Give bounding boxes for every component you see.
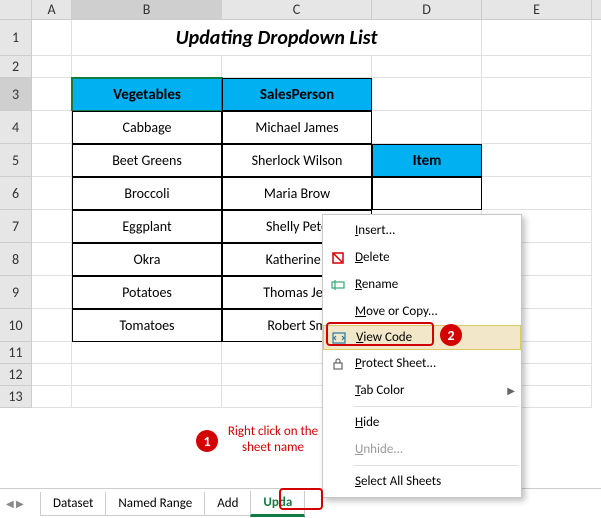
ctx-separator-2: [353, 465, 519, 466]
ctx-delete[interactable]: Delete: [323, 244, 521, 271]
cell-a4[interactable]: [32, 111, 72, 144]
cell-e3[interactable]: [482, 78, 592, 111]
ctx-delete-label: Delete: [355, 250, 390, 265]
ctx-select-all-sheets[interactable]: Select All Sheets: [323, 468, 521, 495]
column-header-row: A B C D E: [0, 0, 601, 20]
cell-b2[interactable]: [72, 56, 222, 78]
cell-a8[interactable]: [32, 243, 72, 276]
ctx-insert[interactable]: Insert...: [323, 217, 521, 244]
cell-b8[interactable]: Okra: [72, 243, 222, 276]
tab-named-range[interactable]: Named Range: [105, 492, 205, 516]
ctx-rename[interactable]: Rename: [323, 271, 521, 298]
delete-icon: [327, 250, 349, 266]
row-header-5[interactable]: 5: [0, 144, 32, 177]
cell-b6[interactable]: Broccoli: [72, 177, 222, 210]
ctx-move-copy[interactable]: Move or Copy...: [323, 298, 521, 325]
ctx-tab-color[interactable]: Tab Color ▶: [323, 377, 521, 404]
cell-a1[interactable]: [32, 20, 72, 56]
chevron-right-icon: ▶: [507, 384, 515, 397]
col-header-a[interactable]: A: [32, 0, 72, 19]
row-header-10[interactable]: 10: [0, 309, 32, 342]
row-header-12[interactable]: 12: [0, 364, 32, 386]
ctx-rename-label: Rename: [355, 277, 398, 292]
cell-b11[interactable]: [72, 342, 222, 364]
ctx-move-label: Move or Copy...: [355, 304, 438, 319]
col-header-b[interactable]: B: [72, 0, 222, 19]
col-header-d[interactable]: D: [372, 0, 482, 19]
cell-b4[interactable]: Cabbage: [72, 111, 222, 144]
rename-icon: [327, 277, 349, 293]
row-header-7[interactable]: 7: [0, 210, 32, 243]
row-header-3[interactable]: 3: [0, 78, 32, 111]
row-header-4[interactable]: 4: [0, 111, 32, 144]
step-1-text: Right click on the sheet name: [218, 424, 328, 455]
cell-a13[interactable]: [32, 386, 72, 408]
step-2-badge: 2: [440, 324, 462, 346]
cell-b5[interactable]: Beet Greens: [72, 144, 222, 177]
row-header-1[interactable]: 1: [0, 20, 32, 56]
row-header-9[interactable]: 9: [0, 276, 32, 309]
ctx-tab-color-label: Tab Color: [355, 383, 404, 398]
ctx-select-all-label: Select All Sheets: [355, 474, 441, 489]
cell-a2[interactable]: [32, 56, 72, 78]
row-header-2[interactable]: 2: [0, 56, 32, 78]
row-header-6[interactable]: 6: [0, 177, 32, 210]
cell-a10[interactable]: [32, 309, 72, 342]
cell-a5[interactable]: [32, 144, 72, 177]
row-header-13[interactable]: 13: [0, 386, 32, 408]
col-header-c[interactable]: C: [222, 0, 372, 19]
cell-b13[interactable]: [72, 386, 222, 408]
cell-a12[interactable]: [32, 364, 72, 386]
ctx-protect-label: Protect Sheet...: [355, 356, 436, 371]
title-cell[interactable]: Updating Dropdown List: [72, 20, 482, 56]
ctx-protect-sheet[interactable]: Protect Sheet...: [323, 350, 521, 377]
sheet-context-menu: Insert... Delete Rename Move or Copy... …: [322, 214, 522, 498]
step-2-highlight: [326, 322, 434, 346]
lock-icon: [327, 356, 349, 372]
cell-e6[interactable]: [482, 177, 592, 210]
cell-a7[interactable]: [32, 210, 72, 243]
cell-b7[interactable]: Eggplant: [72, 210, 222, 243]
cell-c6[interactable]: Maria Brow: [222, 177, 372, 210]
ctx-unhide: Unhide...: [323, 436, 521, 463]
tab-add[interactable]: Add: [204, 492, 251, 516]
ctx-unhide-label: Unhide...: [355, 442, 403, 457]
select-all-corner[interactable]: [0, 0, 32, 19]
cell-c2[interactable]: [222, 56, 372, 78]
cell-b12[interactable]: [72, 364, 222, 386]
header-item[interactable]: Item: [372, 144, 482, 177]
cell-b9[interactable]: Potatoes: [72, 276, 222, 309]
cell-a11[interactable]: [32, 342, 72, 364]
cell-c4[interactable]: Michael James: [222, 111, 372, 144]
ctx-hide-label: Hide: [355, 415, 379, 430]
cell-d4[interactable]: [372, 111, 482, 144]
tab-nav-arrows[interactable]: ◀ ▶: [6, 497, 24, 510]
cell-d6[interactable]: [372, 177, 482, 210]
header-salesperson[interactable]: SalesPerson: [222, 78, 372, 111]
cell-b10[interactable]: Tomatoes: [72, 309, 222, 342]
step-1-badge: 1: [196, 430, 218, 452]
cell-e2[interactable]: [482, 56, 592, 78]
row-header-8[interactable]: 8: [0, 243, 32, 276]
ctx-insert-label: Insert...: [355, 223, 395, 238]
cell-c5[interactable]: Sherlock Wilson: [222, 144, 372, 177]
step-1-highlight: [279, 488, 323, 510]
header-vegetables[interactable]: Vegetables: [72, 78, 222, 111]
row-header-11[interactable]: 11: [0, 342, 32, 364]
cell-a3[interactable]: [32, 78, 72, 111]
cell-d3[interactable]: [372, 78, 482, 111]
cell-d2[interactable]: [372, 56, 482, 78]
ctx-hide[interactable]: Hide: [323, 409, 521, 436]
cell-e1[interactable]: [482, 20, 592, 56]
cell-a9[interactable]: [32, 276, 72, 309]
cell-e4[interactable]: [482, 111, 592, 144]
tab-dataset[interactable]: Dataset: [40, 492, 106, 516]
cell-a6[interactable]: [32, 177, 72, 210]
ctx-separator-1: [353, 406, 519, 407]
cell-e5[interactable]: [482, 144, 592, 177]
col-header-e[interactable]: E: [482, 0, 592, 19]
